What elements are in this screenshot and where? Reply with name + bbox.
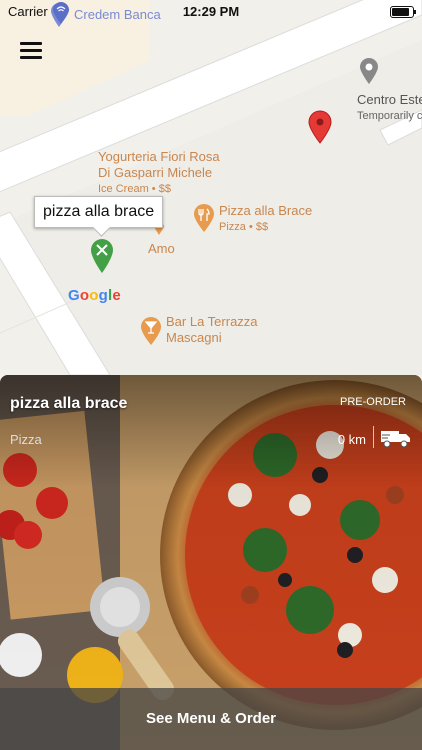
battery-icon xyxy=(390,6,416,18)
restaurant-name: pizza alla brace xyxy=(10,395,128,412)
poi-bar-line2: Mascagni xyxy=(166,330,222,345)
location-marker-icon[interactable] xyxy=(359,57,379,85)
poi-pizza-sub: Pizza • $$ xyxy=(219,221,269,233)
bar-marker-icon[interactable] xyxy=(140,316,162,346)
info-divider xyxy=(373,426,374,448)
hamburger-menu-icon xyxy=(20,42,42,45)
menu-button[interactable] xyxy=(16,38,46,64)
google-logo: Google xyxy=(68,287,121,304)
poi-bar-line1: Bar La Terrazza xyxy=(166,314,258,329)
selected-place-label: pizza alla brace xyxy=(34,196,164,228)
google-letter-g: G xyxy=(68,287,80,304)
red-map-pin-icon[interactable] xyxy=(308,110,332,144)
restaurant-category: Pizza xyxy=(10,432,42,447)
poi-yogurteria[interactable]: Yogurteria Fiori Rosa Di Gasparri Michel… xyxy=(98,149,220,197)
poi-centro-name: Centro Este xyxy=(357,92,422,107)
map-view[interactable]: Credem Banca Centro Este Temporarily cl … xyxy=(0,0,422,375)
menu-bar-middle xyxy=(20,49,42,52)
google-letter-g2: g xyxy=(98,287,108,304)
green-restaurant-pin-icon[interactable] xyxy=(90,238,114,274)
poi-amo[interactable]: Amo xyxy=(148,241,175,257)
poi-yogurteria-line2: Di Gasparri Michele xyxy=(98,165,213,180)
poi-yogurteria-line1: Yogurteria Fiori Rosa xyxy=(98,149,220,164)
status-time: 12:29 PM xyxy=(182,4,240,19)
poi-centro-este[interactable]: Centro Este Temporarily cl xyxy=(357,92,422,124)
google-letter-o1: o xyxy=(79,287,90,304)
poi-bar-la-terrazza[interactable]: Bar La Terrazza Mascagni xyxy=(166,314,258,346)
poi-pizza-name: Pizza alla Brace xyxy=(219,203,313,218)
poi-centro-status: Temporarily cl xyxy=(357,110,422,122)
google-letter-o2: o xyxy=(89,287,99,304)
restaurant-distance: 0 km xyxy=(337,432,366,447)
menu-bar-bottom xyxy=(20,56,42,59)
battery-fill xyxy=(392,8,410,16)
delivery-truck-icon xyxy=(381,431,410,448)
poi-pizza-alla-brace[interactable]: Pizza alla Brace Pizza • $$ xyxy=(219,203,312,235)
preorder-badge: PRE-ORDER xyxy=(339,396,406,408)
see-menu-order-button[interactable]: See Menu & Order xyxy=(0,688,422,750)
google-letter-e: e xyxy=(112,287,121,304)
status-bar: Carrier 12:29 PM xyxy=(0,0,422,24)
poi-yogurteria-sub: Ice Cream • $$ xyxy=(98,183,171,195)
restaurant-marker-icon[interactable] xyxy=(193,203,215,233)
